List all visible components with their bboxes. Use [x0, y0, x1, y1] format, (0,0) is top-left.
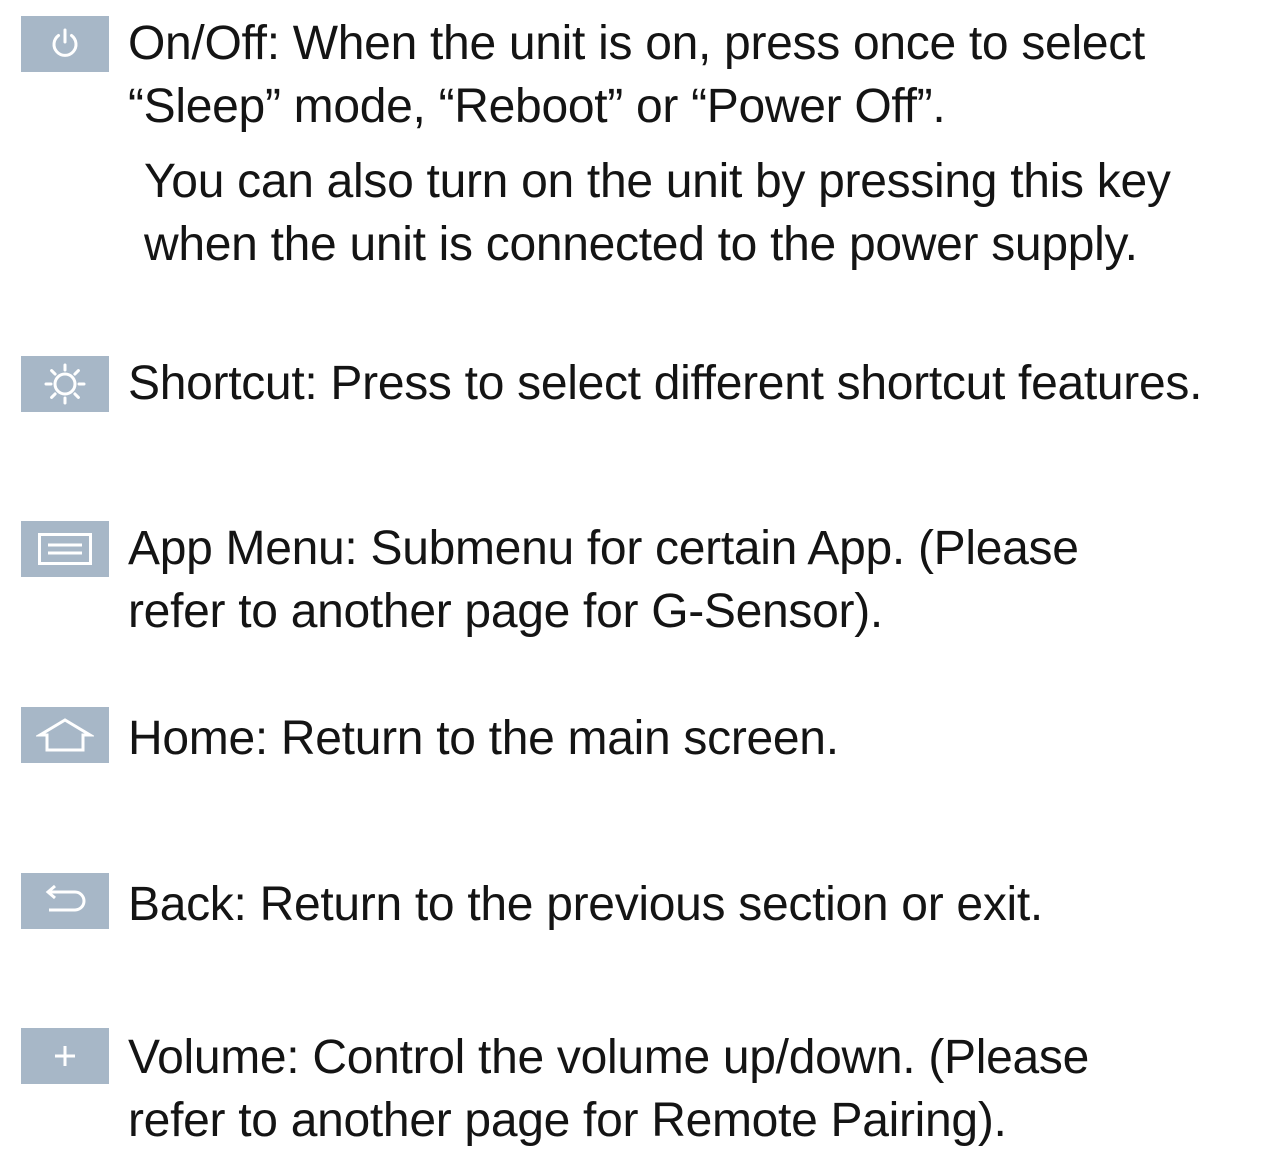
back-icon — [21, 873, 109, 929]
volume-key-line-1: Volume: Control the volume up/down. (Ple… — [128, 1031, 1089, 1084]
power-icon — [21, 16, 109, 72]
plus-icon — [21, 1028, 109, 1084]
power-key-line-1: On/Off: When the unit is on, press once … — [128, 17, 1145, 70]
app-menu-key-line-2: refer to another page for G-Sensor). — [128, 585, 883, 638]
back-key-description: Back: Return to the previous section or … — [128, 873, 1043, 936]
app-menu-key-description: App Menu: Submenu for certain App. (Plea… — [128, 517, 1079, 643]
sun-icon — [21, 356, 109, 412]
back-key-line-1: Back: Return to the previous section or … — [128, 878, 1043, 931]
home-icon — [21, 707, 109, 763]
shortcut-key-description: Shortcut: Press to select different shor… — [128, 352, 1202, 415]
power-key-line-3: You can also turn on the unit by pressin… — [144, 155, 1171, 208]
power-key-description: On/Off: When the unit is on, press once … — [128, 12, 1171, 276]
power-key-line-4: when the unit is connected to the power … — [144, 218, 1138, 271]
volume-key-description: Volume: Control the volume up/down. (Ple… — [128, 1026, 1089, 1152]
home-key-line-1: Home: Return to the main screen. — [128, 712, 839, 765]
app-menu-key-line-1: App Menu: Submenu for certain App. (Plea… — [128, 522, 1079, 575]
power-key-line-2: “Sleep” mode, “Reboot” or “Power Off”. — [128, 80, 946, 133]
shortcut-key-line-1: Shortcut: Press to select different shor… — [128, 357, 1203, 410]
menu-icon — [21, 521, 109, 577]
volume-key-line-2: refer to another page for Remote Pairing… — [128, 1094, 1007, 1147]
home-key-description: Home: Return to the main screen. — [128, 707, 839, 770]
